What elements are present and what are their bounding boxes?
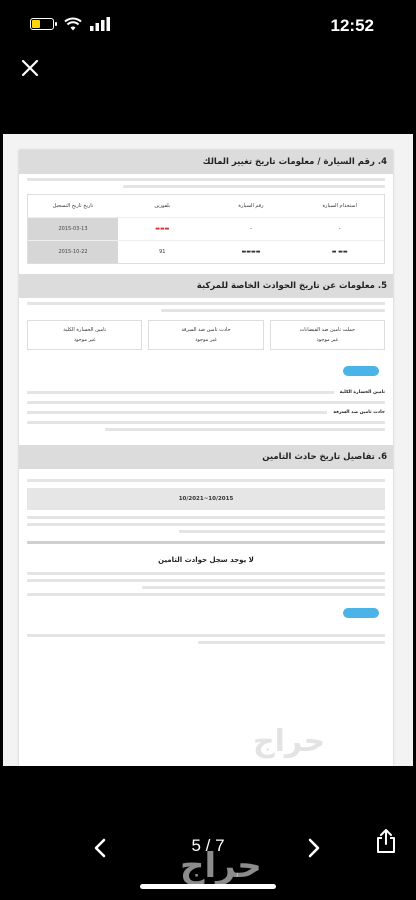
table-row: ▬▬ ▬ ▬▬▬▬ 91 2015-10-22 xyxy=(27,241,384,263)
accident-cards: حملت تامين ضد الفيضانات غير موجود حادث ت… xyxy=(27,320,385,350)
next-button[interactable] xyxy=(304,838,324,858)
date-range: 10/2021~10/2015 xyxy=(178,496,234,502)
col-header: استخدام السيارة xyxy=(322,203,357,209)
table-cell: ▬▬▬▬ xyxy=(241,249,261,255)
table-cell: 91 xyxy=(159,249,166,255)
text-line xyxy=(27,523,385,526)
text-line xyxy=(27,401,385,404)
text-line xyxy=(123,185,385,188)
document-page: 4. رقم السيارة / معلومات تاريخ تغيير الم… xyxy=(19,150,393,766)
definition-label: تامين الخسارة الكلية xyxy=(339,390,385,395)
document-image[interactable]: 4. رقم السيارة / معلومات تاريخ تغيير الم… xyxy=(3,134,413,766)
text-line xyxy=(27,479,385,482)
definition-row: تامين الخسارة الكلية xyxy=(19,388,393,397)
text-line xyxy=(27,593,385,596)
text-line xyxy=(27,579,385,582)
section6-title: 6. تفاصيل تاريخ حادث التامين xyxy=(19,445,393,469)
battery-icon xyxy=(30,18,57,30)
text-line xyxy=(27,541,385,544)
col-header: تاريخ تاريخ التسجيل xyxy=(52,203,94,209)
col-header: رقم السيارة xyxy=(238,203,264,209)
table-cell: 2015-03-13 xyxy=(27,218,118,240)
text-line xyxy=(27,411,328,414)
card-value: غير موجود xyxy=(316,337,339,343)
table-cell: - xyxy=(250,226,252,232)
table-cell: 2015-10-22 xyxy=(27,241,118,263)
text-line xyxy=(27,421,385,424)
card-flood: حملت تامين ضد الفيضانات غير موجود xyxy=(269,320,385,350)
chevron-right-icon xyxy=(308,838,320,858)
owner-history-table: استخدام السيارة رقم السيارة بلفورين تاري… xyxy=(27,194,385,264)
watermark: حراج xyxy=(253,724,326,759)
section4-title: 4. رقم السيارة / معلومات تاريخ تغيير الم… xyxy=(19,150,393,174)
share-icon xyxy=(377,829,395,853)
text-line xyxy=(27,302,385,305)
text-line xyxy=(27,572,385,575)
watermark: حراج xyxy=(180,846,262,886)
card-label: تامين الخسارة الكلية xyxy=(63,327,107,333)
home-indicator xyxy=(140,884,276,889)
card-theft: حادث تامين ضد السرقة غير موجود xyxy=(148,320,264,350)
text-line xyxy=(141,586,385,589)
text-line xyxy=(179,530,385,533)
text-line xyxy=(27,178,385,181)
close-icon xyxy=(21,59,39,77)
text-line xyxy=(27,516,385,519)
table-header-row: استخدام السيارة رقم السيارة بلفورين تاري… xyxy=(28,195,384,218)
card-label: حملت تامين ضد الفيضانات xyxy=(299,327,356,333)
wifi-icon xyxy=(64,17,82,31)
date-range-banner: 10/2021~10/2015 xyxy=(27,488,385,510)
card-total-loss: تامين الخسارة الكلية غير موجود xyxy=(27,320,143,350)
table-cell: - xyxy=(338,226,341,232)
definition-row: حادث تامين ضد السرقة xyxy=(19,408,393,417)
col-header: بلفورين xyxy=(154,203,171,209)
text-line xyxy=(104,428,385,431)
details-button xyxy=(343,608,379,618)
table-cell: ▬▬▬ xyxy=(155,226,170,232)
share-button[interactable] xyxy=(374,828,398,854)
text-line xyxy=(198,641,385,644)
no-record-message: لا يوجد سجل حوادث التامين xyxy=(158,556,254,564)
details-button xyxy=(343,366,379,376)
clock: 12:52 xyxy=(330,16,374,35)
card-value: غير موجود xyxy=(73,337,96,343)
text-line xyxy=(27,634,385,637)
card-value: غير موجود xyxy=(195,337,217,343)
status-bar: 12:52 xyxy=(0,0,416,52)
section5-title: 5. معلومات عن تاريخ الحوادث الخاصة للمرك… xyxy=(19,274,393,298)
definition-label: حادث تامين ضد السرقة xyxy=(333,410,385,415)
text-line xyxy=(27,391,334,394)
text-line xyxy=(160,309,385,312)
card-label: حادث تامين ضد السرقة xyxy=(181,327,231,333)
close-button[interactable] xyxy=(18,56,42,80)
signal-icon xyxy=(90,17,110,31)
table-row: - - ▬▬▬ 2015-03-13 xyxy=(27,218,384,241)
table-cell: ▬▬ ▬ xyxy=(331,249,348,255)
